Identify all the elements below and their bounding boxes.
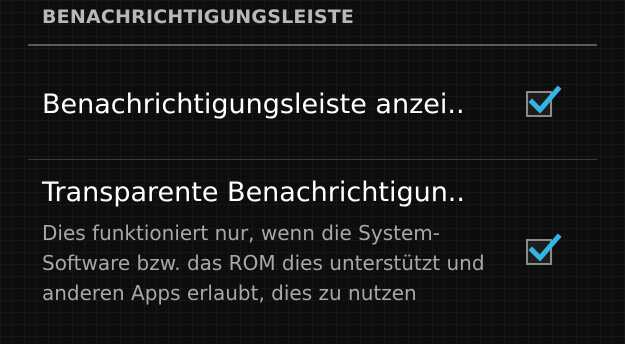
pref-title: Benachrichtigungsleiste anzei.. <box>42 89 465 120</box>
section-header: BENACHRICHTIGUNGSLEISTE <box>42 6 355 28</box>
show-notification-bar-checkbox[interactable] <box>526 85 562 117</box>
pref-title: Transparente Benachrichtigun.. <box>42 177 465 208</box>
pref-transparent-notification-bar[interactable]: Transparente Benachrichtigun.. Dies funk… <box>0 160 625 344</box>
section-header-divider <box>28 44 597 46</box>
pref-show-notification-bar[interactable]: Benachrichtigungsleiste anzei.. <box>0 47 625 159</box>
checkmark-icon <box>528 85 562 114</box>
pref-summary: Dies funktioniert nur, wenn die System-S… <box>42 221 485 305</box>
checkmark-icon <box>528 233 562 262</box>
transparent-notification-bar-checkbox[interactable] <box>526 233 562 265</box>
